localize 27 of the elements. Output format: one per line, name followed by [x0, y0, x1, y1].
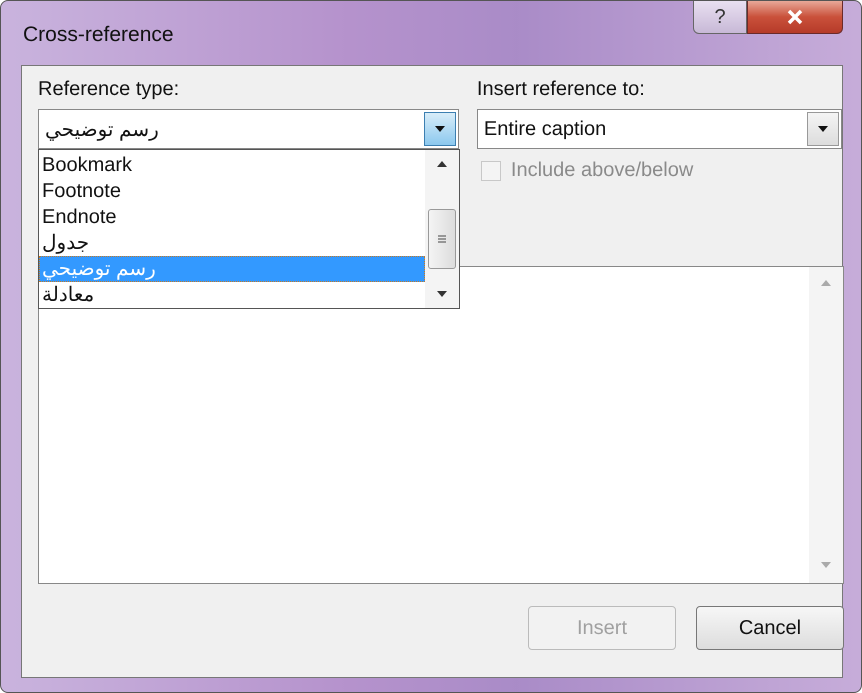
insert-reference-dropdown[interactable]: Entire caption	[476, 109, 842, 149]
help-button[interactable]: ?	[693, 1, 747, 34]
scrollbar[interactable]	[809, 267, 843, 583]
scroll-down-icon	[820, 561, 832, 569]
caret-icon	[434, 125, 446, 133]
close-button[interactable]	[747, 1, 843, 34]
reference-type-value: رسم توضيحي	[45, 118, 159, 142]
dropdown-item[interactable]: Footnote	[39, 178, 425, 204]
dropdown-item[interactable]: جدول	[39, 230, 425, 256]
scroll-down-icon	[436, 290, 448, 298]
insert-reference-label: Insert reference to:	[476, 78, 646, 101]
scroll-up-icon	[820, 279, 832, 287]
close-icon	[785, 9, 805, 25]
caret-icon	[817, 125, 829, 133]
dialog-button[interactable]: Cancel	[696, 606, 844, 650]
dropdown-item[interactable]: Endnote	[39, 204, 425, 230]
scroll-up-icon	[436, 160, 448, 168]
grip-icon	[437, 234, 447, 244]
insert-reference-value: Entire caption	[484, 118, 606, 140]
include-label: Include above/below	[510, 159, 694, 182]
dropdown-item[interactable]: معادلة	[39, 282, 425, 308]
scrollbar[interactable]	[425, 150, 459, 308]
dropdown-item[interactable]: Bookmark	[39, 152, 425, 178]
reference-type-label: Reference type:	[38, 78, 180, 101]
reference-listbox[interactable]	[38, 266, 844, 584]
scroll-thumb[interactable]	[428, 209, 456, 269]
window-title: Cross-reference	[23, 23, 174, 47]
